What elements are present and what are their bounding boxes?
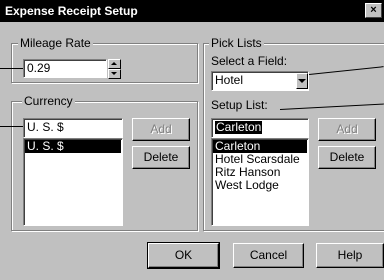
setup-list-label: Setup List: (211, 98, 268, 112)
currency-list[interactable]: U. S. $ (23, 138, 123, 226)
callout-line (0, 68, 23, 69)
pick-lists-legend: Pick Lists (209, 36, 264, 50)
currency-add-button[interactable]: Add (132, 118, 190, 141)
select-field-label: Select a Field: (211, 54, 288, 68)
picklist-delete-button[interactable]: Delete (318, 146, 376, 169)
help-button[interactable]: Help (316, 243, 384, 268)
setup-list[interactable]: Carleton Hotel Scarsdale Ritz Hanson Wes… (211, 138, 309, 226)
spin-up-icon (111, 62, 117, 65)
close-button[interactable]: × (365, 3, 382, 18)
currency-legend: Currency (22, 94, 75, 108)
mileage-spin-up-button[interactable] (108, 59, 121, 69)
mileage-rate-legend: Mileage Rate (18, 36, 93, 50)
spin-down-icon (111, 72, 117, 75)
mileage-spin-down-button[interactable] (108, 69, 121, 79)
cancel-button[interactable]: Cancel (233, 243, 304, 268)
expense-receipt-setup-dialog: Expense Receipt Setup × Mileage Rate 0.2… (0, 0, 384, 280)
chevron-down-icon (298, 79, 306, 83)
list-item[interactable]: U. S. $ (25, 140, 121, 153)
field-select[interactable]: Hotel (211, 71, 309, 91)
list-item[interactable]: West Lodge (213, 179, 307, 192)
currency-input[interactable]: U. S. $ (23, 118, 123, 138)
close-icon: × (370, 4, 377, 16)
picklist-add-button[interactable]: Add (318, 118, 376, 141)
ok-button[interactable]: OK (148, 243, 219, 268)
setup-list-input[interactable]: Carleton (211, 118, 309, 138)
mileage-rate-input[interactable]: 0.29 (23, 59, 107, 78)
callout-line (0, 126, 23, 127)
setup-input-text: Carleton (215, 120, 263, 134)
field-select-dropdown-button[interactable] (296, 73, 308, 89)
currency-delete-button[interactable]: Delete (132, 146, 190, 169)
window-title: Expense Receipt Setup (0, 0, 384, 22)
